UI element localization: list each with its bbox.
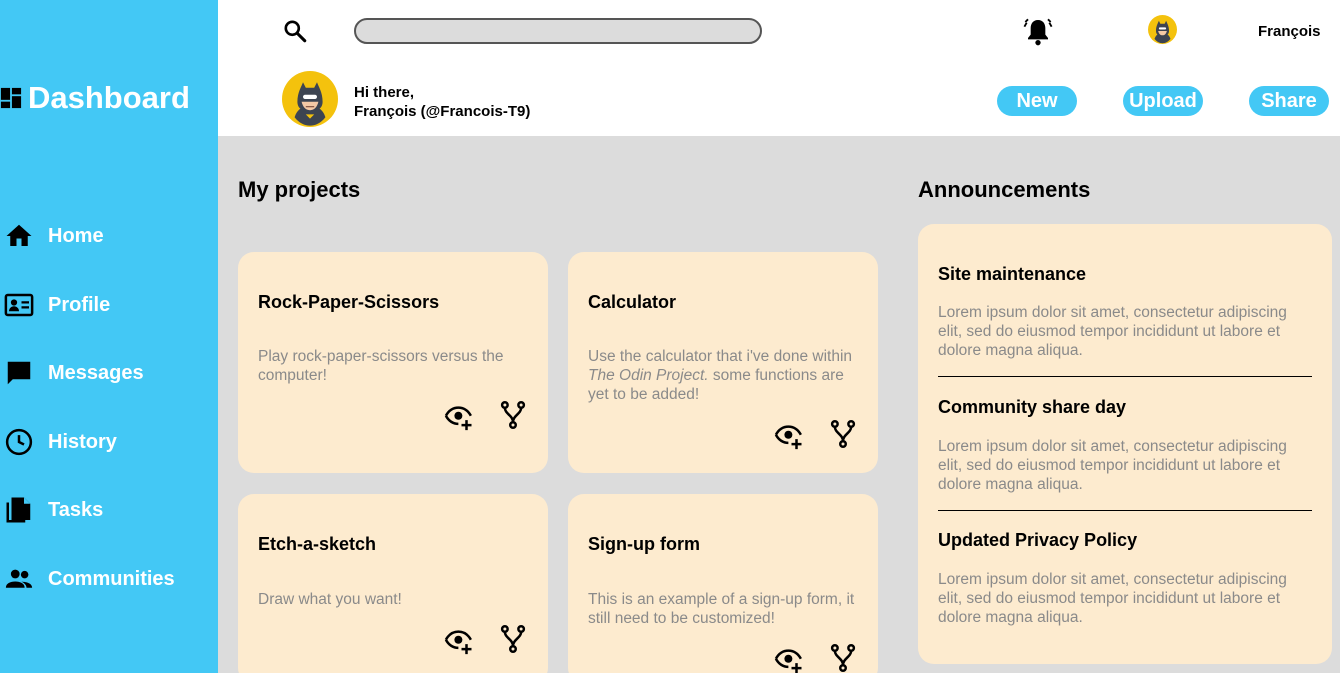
project-card[interactable]: Etch-a-sketch Draw what you want! xyxy=(238,494,548,673)
announcement-body: Lorem ipsum dolor sit amet, consectetur … xyxy=(938,571,1287,626)
home-icon xyxy=(6,224,32,246)
sidebar-item-label: Communities xyxy=(48,567,175,590)
sidebar-item-label: History xyxy=(48,430,117,453)
announcement-title: Site maintenance xyxy=(938,264,1087,284)
project-description: Use the calculator that i've done within… xyxy=(588,348,853,403)
project-card[interactable]: Rock-Paper-Scissors Play rock-paper-scis… xyxy=(238,252,548,473)
divider xyxy=(938,510,1312,511)
announcement-body: Lorem ipsum dolor sit amet, consectetur … xyxy=(938,438,1287,493)
fork-icon[interactable] xyxy=(498,400,528,430)
project-description: Draw what you want! xyxy=(258,591,402,608)
watch-icon[interactable] xyxy=(774,645,804,673)
new-button[interactable]: New xyxy=(997,86,1077,116)
id-card-icon xyxy=(4,293,34,317)
sidebar: Dashboard Home Profile Messages History … xyxy=(0,0,218,673)
watch-icon[interactable] xyxy=(774,421,804,451)
fork-icon[interactable] xyxy=(498,624,528,654)
sidebar-item-label: Messages xyxy=(48,361,144,384)
sidebar-item-label: Tasks xyxy=(48,498,104,521)
project-description: Play rock-paper-scissors versus the comp… xyxy=(258,348,504,384)
people-icon xyxy=(5,569,33,588)
sidebar-item-home[interactable]: Home xyxy=(4,221,104,251)
username[interactable]: François xyxy=(1258,23,1321,40)
divider xyxy=(938,376,1312,377)
sidebar-item-communities[interactable]: Communities xyxy=(4,564,175,594)
announcement-body: Lorem ipsum dolor sit amet, consectetur … xyxy=(938,304,1287,359)
sidebar-item-history[interactable]: History xyxy=(4,427,117,457)
upload-button[interactable]: Upload xyxy=(1123,86,1203,116)
sidebar-item-profile[interactable]: Profile xyxy=(4,290,110,320)
project-title: Etch-a-sketch xyxy=(258,534,377,554)
greeting-user: François (@Francois-T9) xyxy=(354,103,531,120)
project-description: This is an example of a sign-up form, it… xyxy=(588,591,855,627)
avatar[interactable] xyxy=(1148,15,1177,44)
watch-icon[interactable] xyxy=(444,402,474,432)
sidebar-item-label: Home xyxy=(48,224,104,247)
project-title: Rock-Paper-Scissors xyxy=(258,292,440,312)
watch-icon[interactable] xyxy=(444,626,474,656)
search-input[interactable] xyxy=(354,18,762,44)
project-title: Calculator xyxy=(588,292,677,312)
brand-title: Dashboard xyxy=(28,80,190,115)
project-card[interactable]: Sign-up form This is an example of a sig… xyxy=(568,494,878,673)
dashboard-icon xyxy=(0,87,22,109)
announcement-title: Updated Privacy Policy xyxy=(938,530,1138,550)
clock-icon xyxy=(5,428,33,456)
projects-title: My projects xyxy=(238,177,361,202)
announcements-title: Announcements xyxy=(918,177,1091,202)
header: François Hi there, François (@Francois-T… xyxy=(218,0,1340,136)
fork-icon[interactable] xyxy=(828,643,858,673)
documents-icon xyxy=(6,497,31,523)
project-title: Sign-up form xyxy=(588,534,700,554)
fork-icon[interactable] xyxy=(828,419,858,449)
search-icon[interactable] xyxy=(282,18,308,44)
brand: Dashboard xyxy=(0,80,190,116)
announcements-panel: Site maintenance Lorem ipsum dolor sit a… xyxy=(918,224,1332,664)
share-button[interactable]: Share xyxy=(1249,86,1329,116)
profile-avatar xyxy=(282,71,338,127)
sidebar-item-messages[interactable]: Messages xyxy=(4,358,144,388)
chat-icon xyxy=(7,361,31,385)
sidebar-item-label: Profile xyxy=(48,293,111,316)
sidebar-item-tasks[interactable]: Tasks xyxy=(4,495,103,525)
bell-icon[interactable] xyxy=(1022,16,1054,48)
announcement-title: Community share day xyxy=(938,397,1127,417)
project-card[interactable]: Calculator Use the calculator that i've … xyxy=(568,252,878,473)
greeting: Hi there, François (@Francois-T9) xyxy=(354,83,530,121)
greeting-line: Hi there, xyxy=(354,84,415,101)
